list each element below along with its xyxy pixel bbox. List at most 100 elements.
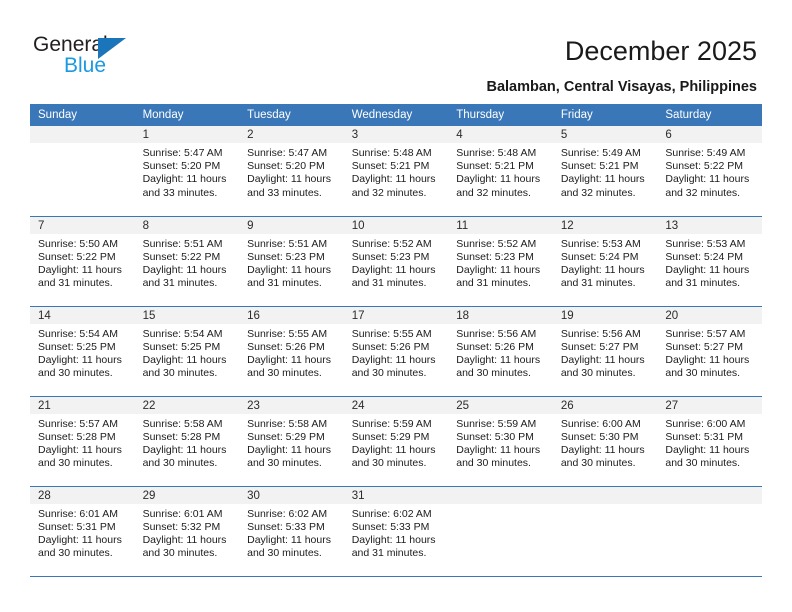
daylight-text-line1: Daylight: 11 hours (560, 173, 645, 186)
day-cell[interactable]: 11 Sunrise: 5:52 AM Sunset: 5:23 PM Dayligh… (448, 216, 553, 306)
daylight-text-line1: Daylight: 11 hours (665, 263, 750, 276)
day-cell[interactable]: 22 Sunrise: 5:58 AM Sunset: 5:28 PM Dayligh… (134, 396, 240, 486)
daylight-text-line1: Daylight: 11 hours (38, 263, 122, 276)
day-number: 2 (239, 126, 344, 143)
daylight-text-line1: Daylight: 11 hours (665, 443, 750, 456)
day-info: Sunrise: 5:59 AM Sunset: 5:30 PM Daylight:… (448, 414, 553, 471)
day-cell[interactable]: 28 Sunrise: 6:01 AM Sunset: 5:31 PM Dayligh… (30, 486, 135, 576)
daylight-text-line2: and 30 minutes. (560, 367, 636, 380)
day-cell[interactable]: 14 Sunrise: 5:54 AM Sunset: 5:25 PM Dayligh… (30, 306, 135, 396)
day-info: Sunrise: 5:59 AM Sunset: 5:29 PM Daylight:… (344, 414, 449, 471)
day-cell[interactable]: 25 Sunrise: 5:59 AM Sunset: 5:30 PM Dayligh… (448, 396, 553, 486)
day-number: 1 (134, 126, 240, 143)
day-cell[interactable]: 30 Sunrise: 6:02 AM Sunset: 5:33 PM Dayligh… (239, 486, 344, 576)
sunset-text: Sunset: 5:21 PM (456, 160, 534, 173)
day-cell[interactable] (552, 486, 658, 576)
daylight-text-line2: and 30 minutes. (456, 457, 531, 470)
day-info: Sunrise: 5:49 AM Sunset: 5:22 PM Daylight:… (657, 143, 762, 200)
daylight-text-line2: and 30 minutes. (247, 547, 322, 560)
sunset-text: Sunset: 5:22 PM (38, 250, 116, 263)
day-info: Sunrise: 5:58 AM Sunset: 5:29 PM Daylight:… (239, 414, 344, 471)
day-cell[interactable]: 10 Sunrise: 5:52 AM Sunset: 5:23 PM Dayligh… (343, 216, 449, 306)
day-number: 14 (30, 306, 135, 324)
day-cell[interactable]: 8 Sunrise: 5:51 AM Sunset: 5:22 PM Daylight… (134, 216, 240, 306)
day-cell[interactable]: 3 Sunrise: 5:48 AM Sunset: 5:21 PM Daylight… (343, 126, 449, 216)
day-number: 18 (448, 306, 553, 324)
day-info: Sunrise: 5:47 AM Sunset: 5:20 PM Daylight:… (135, 143, 240, 200)
day-cell[interactable]: 9 Sunrise: 5:51 AM Sunset: 5:23 PM Daylight… (239, 216, 344, 306)
day-cell[interactable]: 7 Sunrise: 5:50 AM Sunset: 5:22 PM Daylight… (30, 216, 135, 306)
day-info: Sunrise: 5:56 AM Sunset: 5:26 PM Daylight:… (448, 324, 553, 381)
weekday-header-thursday: Thursday (448, 104, 553, 126)
sunrise-text: Sunrise: 5:55 AM (351, 327, 432, 340)
day-info: Sunrise: 5:49 AM Sunset: 5:21 PM Daylight:… (553, 143, 658, 200)
weekday-header-row: Sunday Monday Tuesday Wednesday Thursday… (30, 104, 762, 126)
day-cell[interactable]: 21 Sunrise: 5:57 AM Sunset: 5:28 PM Dayligh… (30, 396, 135, 486)
day-number: 23 (239, 396, 344, 414)
sunset-text: Sunset: 5:26 PM (456, 340, 534, 353)
day-cell[interactable] (448, 486, 553, 576)
day-cell[interactable]: 18 Sunrise: 5:56 AM Sunset: 5:26 PM Dayligh… (448, 306, 553, 396)
day-info: Sunrise: 5:48 AM Sunset: 5:21 PM Daylight:… (344, 143, 449, 200)
sunset-text: Sunset: 5:25 PM (38, 340, 116, 353)
day-cell[interactable]: 2 Sunrise: 5:47 AM Sunset: 5:20 PM Daylight… (239, 126, 344, 216)
sunrise-text: Sunrise: 5:52 AM (456, 237, 537, 250)
day-cell[interactable]: 16 Sunrise: 5:55 AM Sunset: 5:26 PM Dayligh… (239, 306, 344, 396)
day-cell[interactable]: 5 Sunrise: 5:49 AM Sunset: 5:21 PM Daylight… (552, 126, 658, 216)
day-cell[interactable] (30, 126, 135, 216)
day-info: Sunrise: 5:55 AM Sunset: 5:26 PM Daylight:… (239, 324, 344, 381)
daylight-text-line1: Daylight: 11 hours (142, 533, 227, 546)
calendar-body: 1 Sunrise: 5:47 AM Sunset: 5:20 PM Daylight… (30, 126, 762, 576)
day-info: Sunrise: 5:51 AM Sunset: 5:23 PM Daylight:… (239, 234, 344, 291)
daylight-text-line2: and 30 minutes. (665, 367, 741, 380)
day-cell[interactable]: 15 Sunrise: 5:54 AM Sunset: 5:25 PM Dayligh… (134, 306, 240, 396)
day-info: Sunrise: 5:50 AM Sunset: 5:22 PM Daylight:… (30, 234, 135, 291)
sunset-text: Sunset: 5:22 PM (665, 160, 744, 173)
day-cell[interactable]: 23 Sunrise: 5:58 AM Sunset: 5:29 PM Dayligh… (239, 396, 344, 486)
daylight-text-line1: Daylight: 11 hours (38, 533, 122, 546)
daylight-text-line2: and 30 minutes. (38, 367, 113, 380)
daylight-text-line1: Daylight: 11 hours (351, 263, 436, 276)
sunset-text: Sunset: 5:27 PM (665, 340, 744, 353)
day-number: 22 (134, 396, 240, 414)
day-cell[interactable]: 27 Sunrise: 6:00 AM Sunset: 5:31 PM Dayligh… (657, 396, 762, 486)
day-cell[interactable] (657, 486, 762, 576)
day-cell[interactable]: 20 Sunrise: 5:57 AM Sunset: 5:27 PM Dayligh… (657, 306, 762, 396)
day-cell[interactable]: 31 Sunrise: 6:02 AM Sunset: 5:33 PM Dayligh… (343, 486, 449, 576)
day-cell[interactable]: 6 Sunrise: 5:49 AM Sunset: 5:22 PM Daylight… (657, 126, 762, 216)
sunrise-text: Sunrise: 5:55 AM (247, 327, 328, 340)
sunset-text: Sunset: 5:20 PM (247, 160, 325, 173)
day-info: Sunrise: 5:57 AM Sunset: 5:27 PM Daylight:… (657, 324, 762, 381)
day-cell[interactable]: 17 Sunrise: 5:55 AM Sunset: 5:26 PM Dayligh… (343, 306, 449, 396)
sunrise-text: Sunrise: 5:49 AM (665, 147, 746, 159)
week-row: 28 Sunrise: 6:01 AM Sunset: 5:31 PM Dayligh… (30, 486, 762, 576)
sunrise-text: Sunrise: 5:53 AM (560, 237, 641, 250)
daylight-text-line1: Daylight: 11 hours (560, 353, 645, 366)
day-info: Sunrise: 5:54 AM Sunset: 5:25 PM Daylight:… (135, 324, 240, 381)
daylight-text-line2: and 33 minutes. (142, 186, 218, 199)
day-cell[interactable]: 26 Sunrise: 6:00 AM Sunset: 5:30 PM Dayligh… (552, 396, 658, 486)
sunset-text: Sunset: 5:32 PM (142, 520, 221, 533)
daylight-text-line2: and 30 minutes. (456, 367, 531, 380)
weekday-header-wednesday: Wednesday (343, 104, 449, 126)
sunrise-text: Sunrise: 6:02 AM (351, 507, 432, 520)
sunrise-text: Sunrise: 5:57 AM (38, 417, 118, 430)
day-cell[interactable]: 1 Sunrise: 5:47 AM Sunset: 5:20 PM Daylight… (134, 126, 240, 216)
day-cell[interactable]: 29 Sunrise: 6:01 AM Sunset: 5:32 PM Dayligh… (134, 486, 240, 576)
day-info: Sunrise: 5:57 AM Sunset: 5:28 PM Daylight:… (30, 414, 135, 471)
daylight-text-line2: and 30 minutes. (38, 547, 113, 560)
day-info: Sunrise: 5:53 AM Sunset: 5:24 PM Daylight:… (553, 234, 658, 291)
day-cell[interactable]: 4 Sunrise: 5:48 AM Sunset: 5:21 PM Daylight… (448, 126, 553, 216)
day-cell[interactable]: 19 Sunrise: 5:56 AM Sunset: 5:27 PM Dayligh… (552, 306, 658, 396)
daylight-text-line2: and 32 minutes. (560, 186, 636, 199)
day-info: Sunrise: 5:52 AM Sunset: 5:23 PM Daylight:… (448, 234, 553, 291)
day-number: 6 (657, 126, 762, 143)
daylight-text-line1: Daylight: 11 hours (351, 533, 436, 546)
day-info: Sunrise: 6:00 AM Sunset: 5:31 PM Daylight:… (657, 414, 762, 471)
day-cell[interactable]: 13 Sunrise: 5:53 AM Sunset: 5:24 PM Dayligh… (657, 216, 762, 306)
day-cell[interactable]: 24 Sunrise: 5:59 AM Sunset: 5:29 PM Dayligh… (343, 396, 449, 486)
daylight-text-line2: and 31 minutes. (560, 277, 636, 290)
daylight-text-line2: and 31 minutes. (142, 277, 218, 290)
sunset-text: Sunset: 5:21 PM (351, 160, 430, 173)
day-cell[interactable]: 12 Sunrise: 5:53 AM Sunset: 5:24 PM Dayligh… (552, 216, 658, 306)
